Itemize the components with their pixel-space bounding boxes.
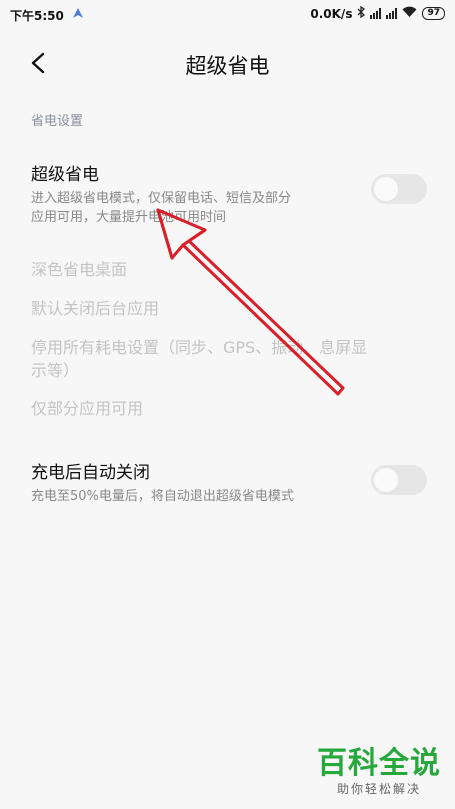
super-saver-title: 超级省电 [31,165,99,185]
super-saver-desc-line1: 进入超级省电模式，仅保留电话、短信及部分 [31,191,292,206]
watermark-subtitle: 助你轻松解决 [336,782,421,796]
page-title: 超级省电 [185,54,270,78]
signal-icon-2 [386,8,398,19]
battery-icon: 97 [422,7,445,20]
super-saver-desc-line2: 应用可用，大量提升电池可用时间 [31,210,227,225]
title-bar: 超级省电 [0,40,455,86]
status-bar: 下午5:50 0.0K/s 97 [0,0,455,28]
signal-icon [370,8,382,19]
toggle-knob [374,177,398,201]
status-time: 下午5:50 [10,9,64,23]
toggle-knob [374,468,398,492]
watermark-title: 百科全说 [317,746,441,781]
watermark-logo: 百科全说 助你轻松解决 [317,738,441,797]
super-saver-desc: 进入超级省电模式，仅保留电话、短信及部分 应用可用，大量提升电池可用时间 [31,189,351,227]
section-header: 省电设置 [31,114,84,129]
auto-off-desc: 充电至50%电量后，将自动退出超级省电模式 [31,489,294,504]
disabled-option-disable-power-settings-line1: 停用所有耗电设置（同步、GPS、振动、息屏显 [31,338,368,357]
super-saver-setting[interactable]: 超级省电 进入超级省电模式，仅保留电话、短信及部分 应用可用，大量提升电池可用时… [31,160,431,227]
network-speed: 0.0K/s [310,6,353,21]
super-saver-toggle[interactable] [371,174,427,204]
auto-off-setting[interactable]: 充电后自动关闭 充电至50%电量后，将自动退出超级省电模式 [31,458,431,506]
disabled-option-close-background: 默认关闭后台应用 [31,299,160,318]
disabled-option-limited-apps: 仅部分应用可用 [31,399,144,418]
bluetooth-icon [357,5,366,21]
navigation-icon [72,7,84,22]
disabled-option-disable-power-settings-line2: 示等） [31,361,80,380]
disabled-option-dark-launcher: 深色省电桌面 [31,260,128,279]
wifi-icon [402,6,417,21]
auto-off-toggle[interactable] [371,465,427,495]
